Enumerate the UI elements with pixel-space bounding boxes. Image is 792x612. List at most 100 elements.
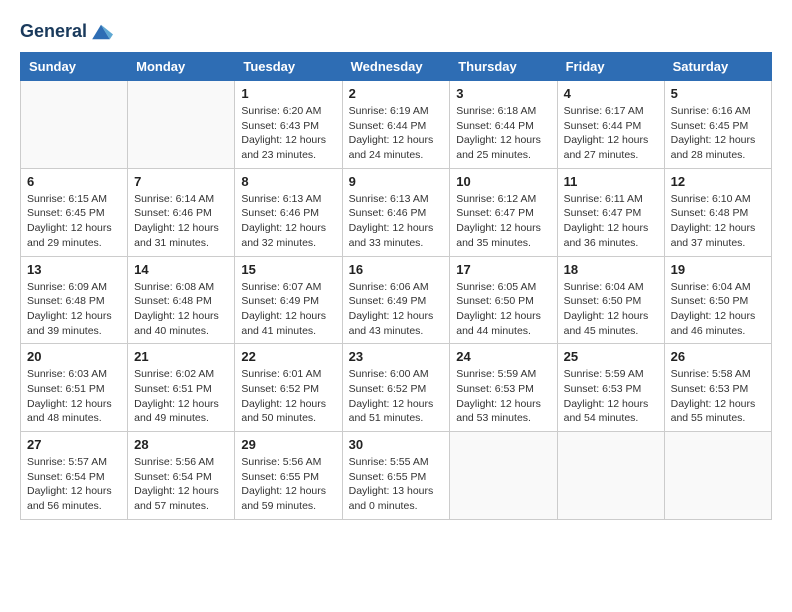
day-info: Sunrise: 6:02 AM Sunset: 6:51 PM Dayligh…: [134, 367, 228, 426]
day-number: 9: [349, 174, 444, 189]
day-info: Sunrise: 6:00 AM Sunset: 6:52 PM Dayligh…: [349, 367, 444, 426]
calendar-cell: 28 Sunrise: 5:56 AM Sunset: 6:54 PM Dayli…: [128, 432, 235, 520]
day-number: 22: [241, 349, 335, 364]
day-number: 5: [671, 86, 765, 101]
day-number: 11: [564, 174, 658, 189]
day-number: 16: [349, 262, 444, 277]
calendar-cell: 23 Sunrise: 6:00 AM Sunset: 6:52 PM Dayli…: [342, 344, 450, 432]
day-info: Sunrise: 6:03 AM Sunset: 6:51 PM Dayligh…: [27, 367, 121, 426]
calendar-cell: 30Sunrise: 5:55 AM Sunset: 6:55 PM Dayli…: [342, 432, 450, 520]
calendar-cell: 29 Sunrise: 5:56 AM Sunset: 6:55 PM Dayli…: [235, 432, 342, 520]
calendar-cell: [664, 432, 771, 520]
calendar-cell: 20 Sunrise: 6:03 AM Sunset: 6:51 PM Dayli…: [21, 344, 128, 432]
day-number: 25: [564, 349, 658, 364]
calendar-week-row: 20 Sunrise: 6:03 AM Sunset: 6:51 PM Dayli…: [21, 344, 772, 432]
calendar-cell: 8 Sunrise: 6:13 AM Sunset: 6:46 PM Daylig…: [235, 168, 342, 256]
calendar-cell: [557, 432, 664, 520]
weekday-header-saturday: Saturday: [664, 53, 771, 81]
day-info: Sunrise: 6:19 AM Sunset: 6:44 PM Dayligh…: [349, 104, 444, 163]
calendar-cell: 25 Sunrise: 5:59 AM Sunset: 6:53 PM Dayli…: [557, 344, 664, 432]
calendar-cell: 26 Sunrise: 5:58 AM Sunset: 6:53 PM Dayli…: [664, 344, 771, 432]
weekday-header-monday: Monday: [128, 53, 235, 81]
calendar-cell: 14 Sunrise: 6:08 AM Sunset: 6:48 PM Dayli…: [128, 256, 235, 344]
day-info: Sunrise: 5:55 AM Sunset: 6:55 PM Dayligh…: [349, 455, 444, 514]
page-header: General: [20, 20, 772, 42]
calendar-cell: 17 Sunrise: 6:05 AM Sunset: 6:50 PM Dayli…: [450, 256, 557, 344]
calendar-week-row: 6 Sunrise: 6:15 AM Sunset: 6:45 PM Daylig…: [21, 168, 772, 256]
calendar-cell: 10Sunrise: 6:12 AM Sunset: 6:47 PM Dayli…: [450, 168, 557, 256]
day-number: 3: [456, 86, 550, 101]
calendar-cell: 22 Sunrise: 6:01 AM Sunset: 6:52 PM Dayli…: [235, 344, 342, 432]
day-number: 14: [134, 262, 228, 277]
day-number: 19: [671, 262, 765, 277]
day-number: 27: [27, 437, 121, 452]
calendar-week-row: 27 Sunrise: 5:57 AM Sunset: 6:54 PM Dayli…: [21, 432, 772, 520]
day-info: Sunrise: 6:04 AM Sunset: 6:50 PM Dayligh…: [564, 280, 658, 339]
day-number: 26: [671, 349, 765, 364]
calendar-cell: 2 Sunrise: 6:19 AM Sunset: 6:44 PM Daylig…: [342, 81, 450, 169]
calendar-cell: 5 Sunrise: 6:16 AM Sunset: 6:45 PM Daylig…: [664, 81, 771, 169]
day-info: Sunrise: 6:15 AM Sunset: 6:45 PM Dayligh…: [27, 192, 121, 251]
day-number: 1: [241, 86, 335, 101]
calendar-cell: 12Sunrise: 6:10 AM Sunset: 6:48 PM Dayli…: [664, 168, 771, 256]
calendar-cell: 15 Sunrise: 6:07 AM Sunset: 6:49 PM Dayli…: [235, 256, 342, 344]
day-number: 7: [134, 174, 228, 189]
calendar-week-row: 1 Sunrise: 6:20 AM Sunset: 6:43 PM Daylig…: [21, 81, 772, 169]
weekday-header-friday: Friday: [557, 53, 664, 81]
logo-icon: [89, 20, 113, 44]
day-number: 29: [241, 437, 335, 452]
day-info: Sunrise: 6:05 AM Sunset: 6:50 PM Dayligh…: [456, 280, 550, 339]
day-info: Sunrise: 5:57 AM Sunset: 6:54 PM Dayligh…: [27, 455, 121, 514]
weekday-header-tuesday: Tuesday: [235, 53, 342, 81]
calendar-cell: 4 Sunrise: 6:17 AM Sunset: 6:44 PM Daylig…: [557, 81, 664, 169]
logo: General: [20, 20, 113, 42]
day-info: Sunrise: 6:13 AM Sunset: 6:46 PM Dayligh…: [241, 192, 335, 251]
day-info: Sunrise: 5:59 AM Sunset: 6:53 PM Dayligh…: [456, 367, 550, 426]
day-info: Sunrise: 6:13 AM Sunset: 6:46 PM Dayligh…: [349, 192, 444, 251]
day-info: Sunrise: 6:06 AM Sunset: 6:49 PM Dayligh…: [349, 280, 444, 339]
calendar-cell: 11Sunrise: 6:11 AM Sunset: 6:47 PM Dayli…: [557, 168, 664, 256]
calendar-cell: 6 Sunrise: 6:15 AM Sunset: 6:45 PM Daylig…: [21, 168, 128, 256]
day-info: Sunrise: 5:56 AM Sunset: 6:55 PM Dayligh…: [241, 455, 335, 514]
day-number: 8: [241, 174, 335, 189]
calendar-cell: [450, 432, 557, 520]
calendar-week-row: 13 Sunrise: 6:09 AM Sunset: 6:48 PM Dayli…: [21, 256, 772, 344]
day-info: Sunrise: 5:58 AM Sunset: 6:53 PM Dayligh…: [671, 367, 765, 426]
day-info: Sunrise: 6:18 AM Sunset: 6:44 PM Dayligh…: [456, 104, 550, 163]
day-info: Sunrise: 6:08 AM Sunset: 6:48 PM Dayligh…: [134, 280, 228, 339]
day-number: 4: [564, 86, 658, 101]
weekday-header-sunday: Sunday: [21, 53, 128, 81]
day-info: Sunrise: 6:20 AM Sunset: 6:43 PM Dayligh…: [241, 104, 335, 163]
day-number: 15: [241, 262, 335, 277]
calendar-cell: 7 Sunrise: 6:14 AM Sunset: 6:46 PM Daylig…: [128, 168, 235, 256]
weekday-header-thursday: Thursday: [450, 53, 557, 81]
day-number: 28: [134, 437, 228, 452]
day-info: Sunrise: 6:09 AM Sunset: 6:48 PM Dayligh…: [27, 280, 121, 339]
day-info: Sunrise: 5:59 AM Sunset: 6:53 PM Dayligh…: [564, 367, 658, 426]
day-info: Sunrise: 5:56 AM Sunset: 6:54 PM Dayligh…: [134, 455, 228, 514]
day-number: 20: [27, 349, 121, 364]
day-number: 13: [27, 262, 121, 277]
day-info: Sunrise: 6:07 AM Sunset: 6:49 PM Dayligh…: [241, 280, 335, 339]
calendar-body: 1 Sunrise: 6:20 AM Sunset: 6:43 PM Daylig…: [21, 81, 772, 520]
day-info: Sunrise: 6:14 AM Sunset: 6:46 PM Dayligh…: [134, 192, 228, 251]
day-info: Sunrise: 6:04 AM Sunset: 6:50 PM Dayligh…: [671, 280, 765, 339]
logo-text: General: [20, 20, 113, 44]
calendar-cell: 1 Sunrise: 6:20 AM Sunset: 6:43 PM Daylig…: [235, 81, 342, 169]
day-info: Sunrise: 6:12 AM Sunset: 6:47 PM Dayligh…: [456, 192, 550, 251]
calendar-table: SundayMondayTuesdayWednesdayThursdayFrid…: [20, 52, 772, 520]
calendar-cell: 24 Sunrise: 5:59 AM Sunset: 6:53 PM Dayli…: [450, 344, 557, 432]
calendar-cell: 16 Sunrise: 6:06 AM Sunset: 6:49 PM Dayli…: [342, 256, 450, 344]
day-info: Sunrise: 6:01 AM Sunset: 6:52 PM Dayligh…: [241, 367, 335, 426]
calendar-cell: 3 Sunrise: 6:18 AM Sunset: 6:44 PM Daylig…: [450, 81, 557, 169]
day-info: Sunrise: 6:17 AM Sunset: 6:44 PM Dayligh…: [564, 104, 658, 163]
calendar-cell: 13 Sunrise: 6:09 AM Sunset: 6:48 PM Dayli…: [21, 256, 128, 344]
day-number: 2: [349, 86, 444, 101]
day-number: 6: [27, 174, 121, 189]
day-number: 17: [456, 262, 550, 277]
calendar-cell: 19 Sunrise: 6:04 AM Sunset: 6:50 PM Dayli…: [664, 256, 771, 344]
day-info: Sunrise: 6:16 AM Sunset: 6:45 PM Dayligh…: [671, 104, 765, 163]
day-number: 23: [349, 349, 444, 364]
day-number: 24: [456, 349, 550, 364]
calendar-header-row: SundayMondayTuesdayWednesdayThursdayFrid…: [21, 53, 772, 81]
